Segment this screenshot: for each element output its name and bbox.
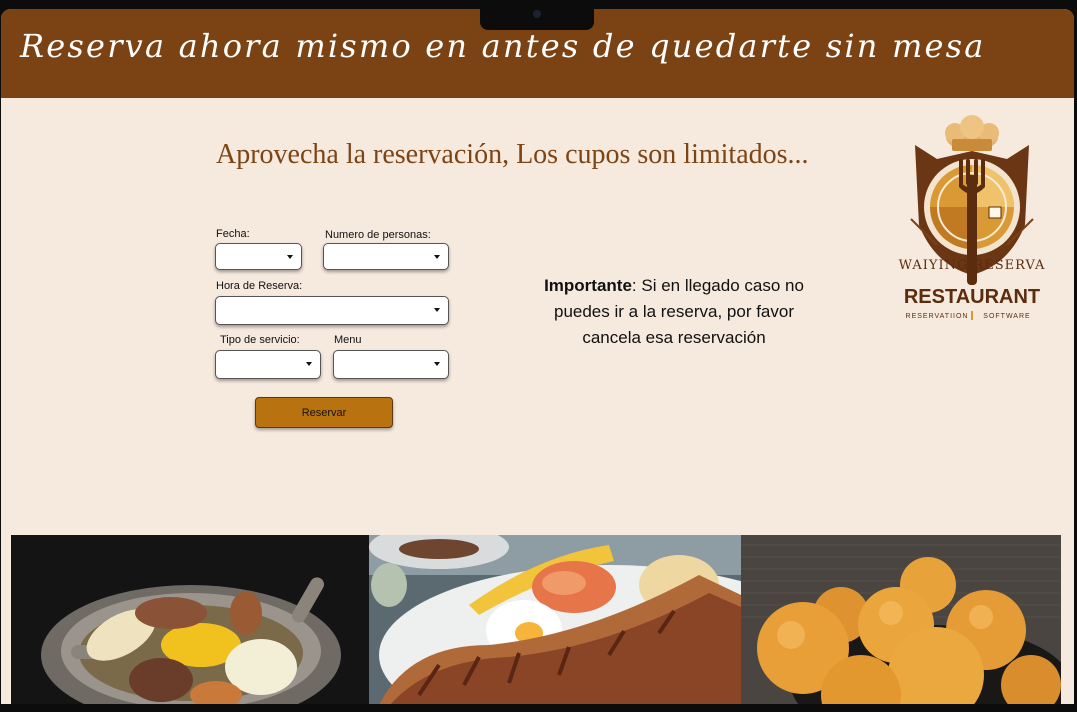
notice-strong: Importante [544, 276, 632, 295]
reservar-button[interactable]: Reservar [255, 397, 393, 428]
header-title: Reserva ahora mismo en antes de quedarte… [20, 27, 986, 65]
servicio-select[interactable] [215, 350, 321, 379]
sancocho-photo [11, 535, 369, 706]
logo-brand: RESTAURANT [904, 286, 1040, 308]
personas-select[interactable] [323, 243, 449, 270]
chevron-down-icon [434, 308, 440, 312]
personas-label: Numero de personas: [325, 229, 431, 241]
fecha-label: Fecha: [216, 228, 250, 240]
device-bottom-bezel [0, 704, 1077, 712]
camera-notch [480, 0, 594, 30]
hora-label: Hora de Reserva: [216, 280, 303, 292]
fecha-select[interactable] [215, 243, 302, 270]
chevron-down-icon [306, 362, 312, 366]
logo-arc-text: WAIYING RESERVA [899, 258, 1046, 273]
bunuelos-photo [741, 535, 1061, 706]
logo-tagline-right: SOFTWARE [983, 313, 1030, 320]
camera-icon [533, 10, 541, 18]
logo-tagline-left: RESERVATIION [906, 313, 969, 320]
food-photos-strip [11, 535, 1061, 706]
bunuelos-icon [741, 535, 1061, 706]
chevron-down-icon [434, 255, 440, 259]
chef-fork-icon: WAIYING RESERVA RESTAURANT RESERVATIION … [899, 115, 1046, 320]
page-subtitle: Aprovecha la reservación, Los cupos son … [216, 139, 809, 170]
bandeja-paisa-photo [369, 535, 741, 706]
servicio-label: Tipo de servicio: [220, 334, 300, 346]
chevron-down-icon [287, 255, 293, 259]
menu-label: Menu [334, 334, 362, 346]
important-notice: Importante: Si en llegado caso no puedes… [523, 273, 825, 351]
menu-select[interactable] [333, 350, 449, 379]
app-screen: Reserva ahora mismo en antes de quedarte… [1, 9, 1074, 706]
sancocho-icon [11, 535, 369, 706]
chevron-down-icon [434, 362, 440, 366]
restaurant-logo: WAIYING RESERVA RESTAURANT RESERVATIION … [897, 115, 1047, 325]
bandeja-paisa-icon [369, 535, 741, 706]
hora-select[interactable] [215, 296, 449, 325]
